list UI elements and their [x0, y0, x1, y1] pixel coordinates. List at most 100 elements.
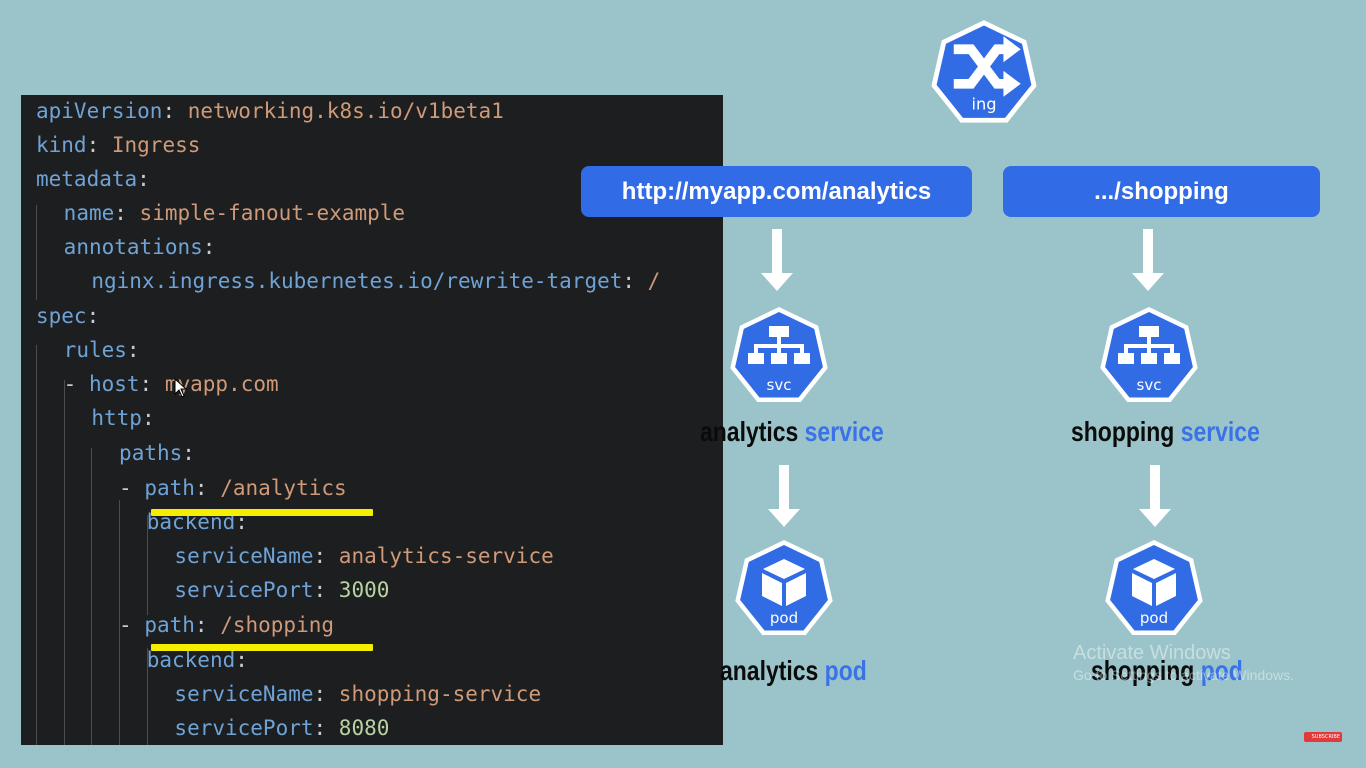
yaml-value: simple-fanout-example — [139, 201, 406, 225]
code-line: rules: — [64, 334, 140, 366]
code-line: kind: Ingress — [36, 129, 200, 161]
yaml-punct: : — [313, 682, 339, 706]
yaml-key: paths — [119, 441, 183, 465]
indent-guide — [36, 205, 37, 300]
indent-guide — [91, 448, 92, 745]
down-arrow-icon — [1139, 465, 1171, 527]
yaml-punct: - — [63, 372, 89, 396]
indent-guide — [147, 515, 148, 615]
yaml-key: path — [144, 476, 195, 500]
icon-label: pod — [770, 609, 798, 627]
yaml-punct: : — [194, 476, 221, 500]
yaml-key: backend — [146, 648, 236, 672]
service-icon: svc — [1099, 306, 1199, 406]
code-line: servicePort: 8080 — [174, 712, 389, 744]
yaml-punct: : — [235, 648, 248, 672]
activate-windows-watermark: Activate Windows Go to Settings to activ… — [1073, 642, 1294, 683]
yaml-value: analytics-service — [338, 544, 554, 568]
code-line: - path: /shopping — [119, 609, 334, 641]
yaml-punct: : — [182, 441, 195, 465]
code-line: annotations: — [64, 231, 216, 263]
yaml-punct: : — [141, 406, 155, 430]
down-arrow-icon — [761, 229, 793, 291]
youtube-subscribe-badge[interactable]: SUBSCRIBE — [1304, 732, 1342, 742]
code-line: serviceName: analytics-service — [174, 540, 553, 572]
code-line: - host: myapp.com — [64, 368, 279, 400]
label-suffix: service — [804, 416, 884, 447]
indent-guide — [36, 345, 37, 745]
mouse-cursor-icon — [174, 378, 188, 398]
code-line: metadata: — [36, 163, 150, 195]
yaml-key: metadata — [36, 167, 138, 191]
code-line: nginx.ingress.kubernetes.io/rewrite-targ… — [91, 265, 660, 297]
yaml-key: serviceName — [174, 682, 314, 706]
yaml-punct: : — [622, 269, 648, 293]
yaml-key: kind — [36, 133, 87, 157]
indent-guide — [64, 380, 65, 745]
yaml-value: Ingress — [111, 133, 201, 157]
yaml-value: / — [647, 269, 661, 293]
pod-icon: pod — [734, 539, 834, 639]
yaml-key: serviceName — [174, 544, 314, 568]
route-shopping-box: .../shopping — [1003, 166, 1320, 217]
yaml-value: 8080 — [338, 716, 390, 740]
label-suffix: service — [1180, 416, 1260, 447]
code-line: spec: — [36, 300, 99, 332]
indent-guide — [119, 500, 120, 745]
shopping-service-label: shopping service — [1071, 416, 1260, 448]
yaml-value: shopping-service — [338, 682, 542, 706]
code-line: servicePort: 3000 — [174, 574, 389, 606]
yaml-key: http — [91, 406, 142, 430]
watermark-title: Activate Windows — [1073, 642, 1231, 664]
icon-label: ing — [971, 95, 996, 114]
yaml-punct: : — [137, 167, 150, 191]
yaml-key: spec — [36, 304, 87, 328]
yaml-punct: - — [119, 476, 145, 500]
analytics-pod-label: analytics pod — [720, 655, 867, 687]
yaml-key: path — [144, 613, 195, 637]
path-highlight-underline — [151, 509, 373, 516]
icon-label: pod — [1140, 609, 1168, 627]
label-name: analytics — [720, 655, 819, 686]
yaml-key: name — [63, 201, 115, 225]
watermark-subtitle: Go to Settings to activate Windows. — [1073, 667, 1294, 683]
code-line: http: — [91, 402, 154, 434]
yaml-key: host — [88, 372, 140, 396]
label-suffix: pod — [824, 655, 867, 686]
indent-guide — [147, 648, 148, 745]
yaml-punct: - — [119, 613, 145, 637]
yaml-key: servicePort — [174, 578, 314, 602]
yaml-punct: : — [139, 372, 165, 396]
yaml-key: rules — [63, 338, 127, 362]
yaml-key: apiVersion — [36, 99, 163, 123]
yaml-key: nginx.ingress.kubernetes.io/rewrite-targ… — [91, 269, 623, 293]
pod-icon: pod — [1104, 539, 1204, 639]
yaml-punct: : — [313, 578, 339, 602]
yaml-punct: : — [194, 613, 221, 637]
yaml-key: annotations — [63, 235, 203, 259]
code-line: serviceName: shopping-service — [174, 678, 541, 710]
code-line: paths: — [119, 437, 195, 469]
yaml-punct: : — [126, 338, 140, 362]
label-name: shopping — [1071, 416, 1175, 447]
path-highlight-underline — [151, 644, 373, 651]
down-arrow-icon — [768, 465, 800, 527]
code-line: - path: /analytics — [119, 472, 347, 504]
icon-label: svc — [767, 376, 792, 394]
yaml-punct: : — [202, 235, 216, 259]
yaml-punct: : — [313, 716, 339, 740]
yaml-punct: : — [162, 99, 188, 123]
yaml-punct: : — [114, 201, 140, 225]
analytics-service-label: analytics service — [700, 416, 884, 448]
yaml-value: /shopping — [220, 613, 335, 637]
label-name: analytics — [700, 416, 799, 447]
icon-label: svc — [1137, 376, 1162, 394]
yaml-value: 3000 — [338, 578, 390, 602]
route-analytics-box: http://myapp.com/analytics — [581, 166, 972, 217]
yaml-key: servicePort — [174, 716, 314, 740]
yaml-value: networking.k8s.io/v1beta1 — [187, 99, 504, 123]
yaml-punct: : — [313, 544, 339, 568]
down-arrow-icon — [1132, 229, 1164, 291]
yaml-punct: : — [86, 133, 112, 157]
service-icon: svc — [729, 306, 829, 406]
